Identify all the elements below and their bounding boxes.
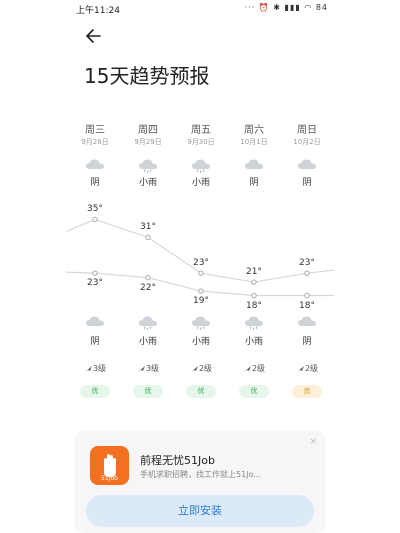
low-temp-label: 19° bbox=[193, 296, 209, 307]
high-temp-label: 23° bbox=[299, 258, 315, 269]
high-temp-point bbox=[198, 270, 204, 276]
close-icon[interactable]: × bbox=[309, 437, 317, 447]
low-temp-label: 23° bbox=[87, 278, 103, 289]
low-temp-point bbox=[251, 292, 257, 299]
app-name: 前程无忧51Job bbox=[140, 454, 215, 467]
high-temp-point bbox=[304, 270, 310, 276]
low-temp-point bbox=[92, 270, 98, 276]
app-logo-text: 51Job bbox=[101, 475, 118, 482]
low-temp-point bbox=[145, 274, 151, 281]
high-temp-label: 21° bbox=[246, 267, 262, 278]
low-temp-label: 18° bbox=[246, 300, 262, 311]
low-temp-point bbox=[198, 288, 204, 294]
high-temp-label: 31° bbox=[140, 222, 156, 233]
ad-card[interactable]: × 51Job 前程无忧51Job 手机求职招聘，找工作就上51Jo... 立即… bbox=[74, 431, 326, 533]
high-temp-label: 23° bbox=[193, 258, 209, 269]
high-temp-point bbox=[92, 216, 98, 223]
app-description: 手机求职招聘，找工作就上51Jo... bbox=[140, 470, 261, 479]
app-logo: 51Job bbox=[90, 446, 129, 485]
install-button[interactable]: 立即安装 bbox=[86, 495, 314, 527]
low-temp-point bbox=[304, 292, 310, 299]
low-temp-label: 22° bbox=[140, 282, 156, 293]
high-temp-label: 35° bbox=[87, 204, 103, 215]
high-temp-point bbox=[251, 279, 257, 285]
high-temp-point bbox=[145, 234, 151, 241]
low-temp-label: 18° bbox=[299, 300, 315, 311]
